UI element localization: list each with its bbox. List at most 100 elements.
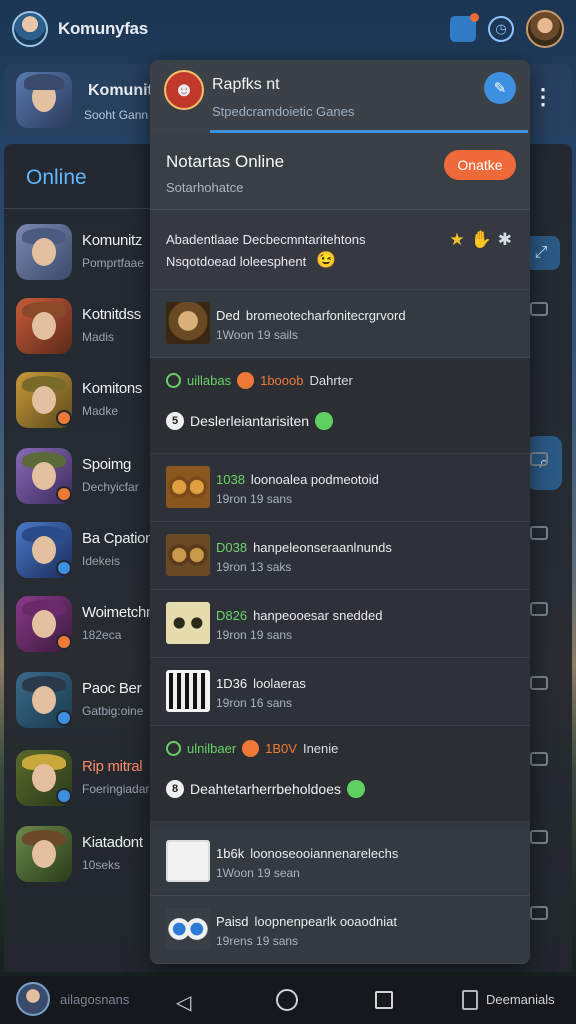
feed-thumbnail	[166, 466, 210, 508]
status-badge	[56, 634, 72, 650]
chat-icon[interactable]	[530, 830, 548, 844]
feed-item[interactable]: 1b6k loonoseooiannenarelechs 1Woon 19 sea…	[150, 828, 530, 896]
feed-title: Ded bromeotecharfonitecrgrvord	[216, 308, 406, 323]
sidebar-item-sub: Madis	[82, 330, 115, 344]
sidebar-divider	[4, 208, 150, 209]
top-bar: Komunyfas ◷	[0, 0, 576, 58]
reaction-icons: ★ ✋ ✱	[449, 230, 512, 250]
feed-item[interactable]: D826 hanpeooesar snedded 19ron 19 sans	[150, 590, 530, 658]
sidebar-item[interactable]: Ba Cpation Idekeis	[16, 520, 156, 580]
document-icon[interactable]	[462, 990, 478, 1010]
profile-avatar[interactable]	[526, 10, 564, 48]
sidebar-item[interactable]: Komitons Madke	[16, 370, 156, 430]
chat-icon[interactable]	[530, 452, 548, 466]
dropdown-title: Rapfks nt	[212, 76, 280, 93]
sidebar-item[interactable]: Rip mitral Foeringiadar	[16, 748, 156, 808]
group-status-line: uillabas 1booob Dahrter	[166, 372, 353, 389]
sidebar-item[interactable]: Spoimg Dechyicfar	[16, 446, 156, 506]
sidebar-item-sub: 10seks	[82, 858, 121, 872]
feed-meta: 1Woon 19 sean	[216, 866, 300, 880]
feed-meta: 1Woon 19 sails	[216, 328, 298, 342]
gallery-icon[interactable]	[450, 13, 479, 42]
wink-emoji: 😉	[316, 252, 336, 269]
notification-subtitle: Sotarhohatce	[166, 180, 244, 195]
feed-thumbnail	[166, 908, 210, 950]
notification-title: Notartas Online	[166, 152, 285, 171]
status-badge	[56, 710, 72, 726]
game-logo-icon: ☻	[164, 70, 204, 110]
app-title: Komunyfas	[58, 19, 148, 38]
group-status-line: ulnilbaer 1B0V Inenie	[166, 740, 338, 757]
sidebar-item-sub: Dechyicfar	[82, 480, 139, 494]
feed-meta: 19ron 16 sans	[216, 696, 293, 710]
feed-meta: 19ron 13 saks	[216, 560, 292, 574]
sidebar-item-sub: Idekeis	[82, 554, 121, 568]
feed-item[interactable]: 1D36 loolaeras 19ron 16 sans	[150, 658, 530, 726]
status-badge	[56, 486, 72, 502]
home-icon[interactable]	[276, 989, 298, 1011]
sidebar-item-name: Rip mitral	[82, 758, 143, 775]
feed-thumbnail	[166, 602, 210, 644]
sidebar-item-name: Kiatadont	[82, 834, 143, 851]
sidebar-item[interactable]: Komunitz Pomprtfaae	[16, 222, 156, 282]
recent-apps-icon[interactable]	[375, 991, 393, 1009]
sidebar-item[interactable]: Kiatadont 10seks	[16, 824, 156, 884]
feed-title: 1b6k loonoseooiannenarelechs	[216, 846, 399, 861]
feed-meta: 19ron 19 sans	[216, 628, 293, 642]
sidebar-item-name: Ba Cpation	[82, 530, 154, 547]
chat-icon[interactable]	[530, 752, 548, 766]
feed-meta: 19rens 19 sans	[216, 934, 299, 948]
notification-card: Notartas Online Sotarhohatce Onatke	[150, 134, 530, 210]
sidebar-item-name: Spoimg	[82, 456, 132, 473]
feed-thumbnail	[166, 670, 210, 712]
checkbox-icon[interactable]	[530, 302, 548, 316]
clock-icon[interactable]: ◷	[488, 16, 514, 42]
group-summary[interactable]: ulnilbaer 1B0V Inenie 8 Deahtetarherrbeh…	[150, 726, 530, 822]
feed-item[interactable]: D038 hanpeleonseraanlnunds 19ron 13 saks	[150, 522, 530, 590]
sidebar-item-name: Komunitz	[82, 232, 143, 249]
feed-meta: 19ron 19 sans	[216, 492, 293, 506]
fire-icon	[237, 372, 255, 389]
community-title: Komunit	[88, 82, 153, 99]
status-badge	[56, 788, 72, 804]
feed-title: 1038 loonoalea podmeotoid	[216, 472, 379, 487]
chat-icon[interactable]	[530, 526, 548, 540]
feed-item[interactable]: Paisd loopnenpearlk ooaodniat 19rens 19 s…	[150, 896, 530, 964]
community-avatar[interactable]	[16, 72, 72, 128]
sidebar-item-name: Komitons	[82, 380, 143, 397]
sidebar-item[interactable]: Woimetchn 182eca	[16, 594, 156, 654]
status-badge	[56, 410, 72, 426]
chat-icon[interactable]	[530, 676, 548, 690]
more-options-icon[interactable]: ⋮	[532, 84, 554, 110]
notifications-dropdown: ☻ Rapfks nt Stpedcramdoietic Ganes ✎ Not…	[150, 60, 530, 964]
dropdown-subtitle: Stpedcramdoietic Ganes	[212, 104, 355, 119]
feed-title: D826 hanpeooesar snedded	[216, 608, 383, 623]
feed-item[interactable]: 1038 loonoalea podmeotoid 19ron 19 sans	[150, 454, 530, 522]
app-avatar[interactable]	[12, 11, 48, 47]
star-icon[interactable]: ★	[449, 230, 464, 250]
sparkle-icon[interactable]: ✱	[498, 230, 512, 250]
top-icons: ◷	[450, 10, 564, 48]
online-button[interactable]: Onatke	[444, 150, 516, 180]
community-thumb	[16, 224, 72, 280]
document-label[interactable]: Deemanials	[486, 992, 555, 1007]
sidebar-item[interactable]: Paoc Ber Gatbig:oine	[16, 670, 156, 730]
group-summary[interactable]: uillabas 1booob Dahrter 5 Deslerleiantar…	[150, 358, 530, 454]
bottom-navigation: ailagosnans ◁ Deemanials	[0, 976, 576, 1024]
community-thumb	[16, 826, 72, 882]
user-avatar[interactable]	[16, 982, 50, 1016]
chat-icon[interactable]	[530, 906, 548, 920]
hand-icon[interactable]: ✋	[471, 230, 492, 250]
sidebar-item[interactable]: Kotnitdss Madis	[16, 296, 156, 356]
sidebar-item-sub: Foeringiadar	[82, 782, 150, 796]
compose-icon[interactable]: ✎	[484, 72, 516, 104]
status-badge	[56, 560, 72, 576]
feed-title: Paisd loopnenpearlk ooaodniat	[216, 914, 397, 929]
chat-icon[interactable]	[530, 602, 548, 616]
back-icon[interactable]: ◁	[176, 990, 191, 1015]
feed-item[interactable]: Ded bromeotecharfonitecrgrvord 1Woon 19 s…	[150, 290, 530, 358]
community-subtitle: Sooht Gann	[84, 108, 149, 122]
dropdown-header: ☻ Rapfks nt Stpedcramdoietic Ganes ✎	[150, 60, 530, 134]
bottom-user-label: ailagosnans	[60, 992, 130, 1007]
sidebar-item-sub: 182eca	[82, 628, 122, 642]
